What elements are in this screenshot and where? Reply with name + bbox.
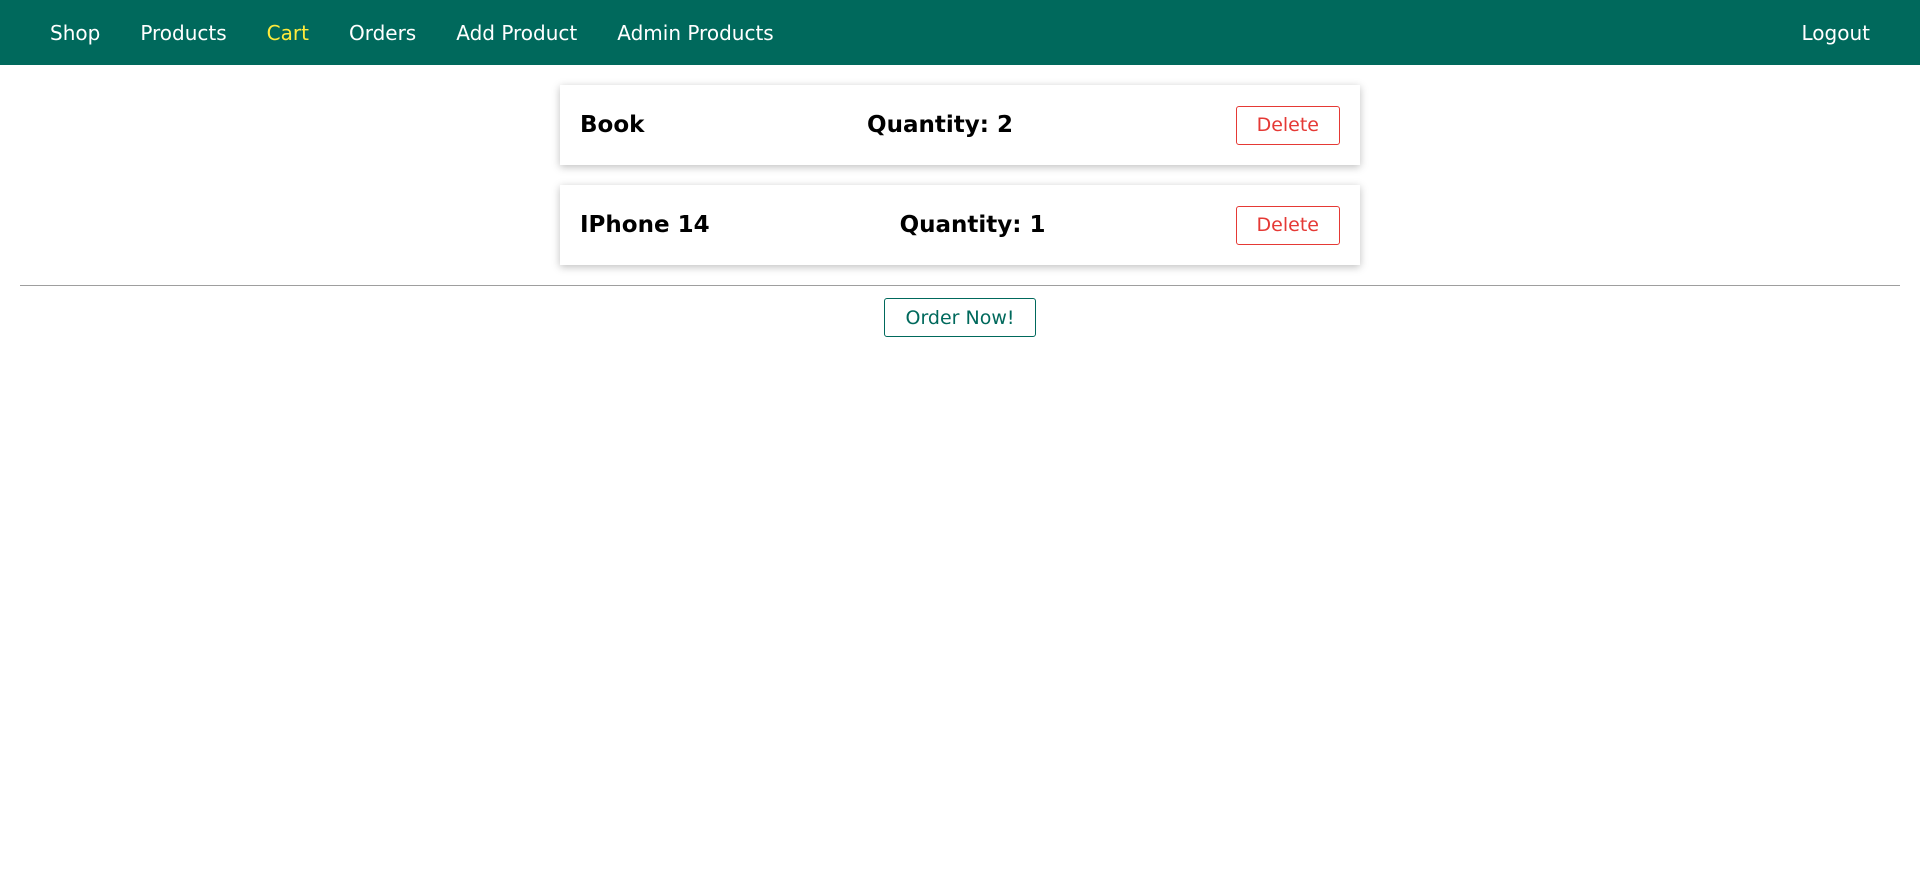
order-actions: Order Now! (0, 298, 1920, 337)
order-now-button[interactable]: Order Now! (884, 298, 1036, 337)
cart-item: Book Quantity: 2 Delete (560, 85, 1360, 165)
divider (20, 285, 1900, 286)
cart-page: Book Quantity: 2 Delete IPhone 14 Quanti… (0, 85, 1920, 337)
main-nav: Shop Products Cart Orders Add Product Ad… (50, 21, 774, 45)
cart-list: Book Quantity: 2 Delete IPhone 14 Quanti… (560, 85, 1360, 265)
cart-item-quantity: Quantity: 1 (899, 212, 1046, 238)
nav-item-orders[interactable]: Orders (349, 21, 416, 45)
delete-button[interactable]: Delete (1235, 205, 1340, 245)
main-header: Shop Products Cart Orders Add Product Ad… (0, 0, 1920, 65)
nav-item-cart[interactable]: Cart (267, 21, 309, 45)
nav-item-shop[interactable]: Shop (50, 21, 100, 45)
delete-button[interactable]: Delete (1235, 105, 1340, 145)
cart-item-title: IPhone 14 (580, 212, 710, 238)
nav-list: Shop Products Cart Orders Add Product Ad… (50, 21, 774, 45)
nav-item-admin-products[interactable]: Admin Products (617, 21, 773, 45)
nav-item-products[interactable]: Products (140, 21, 226, 45)
nav-item-add-product[interactable]: Add Product (456, 21, 577, 45)
cart-item-quantity: Quantity: 2 (867, 112, 1013, 138)
logout-button[interactable]: Logout (1802, 21, 1870, 45)
cart-item: IPhone 14 Quantity: 1 Delete (560, 185, 1360, 265)
cart-item-title: Book (580, 112, 645, 138)
